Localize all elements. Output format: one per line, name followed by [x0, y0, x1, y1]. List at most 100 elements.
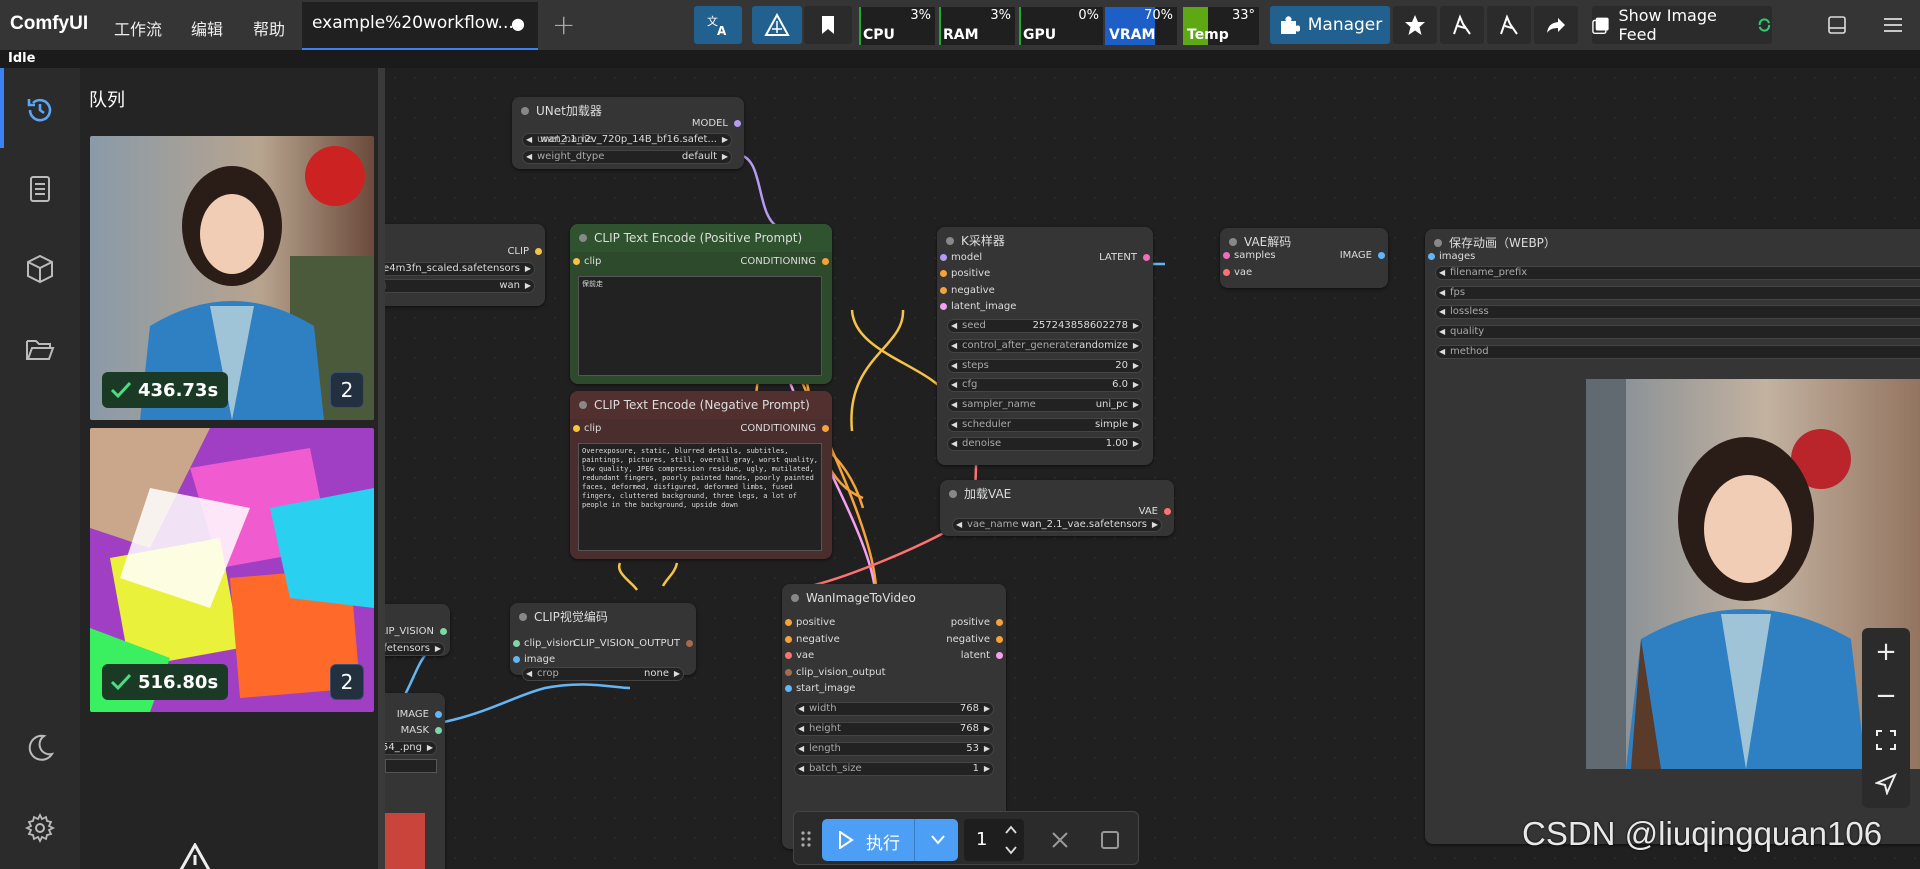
model-input-dot[interactable] — [940, 254, 947, 261]
share-workflow-button[interactable] — [1487, 6, 1531, 44]
app-logo[interactable]: ComfyUI — [10, 13, 88, 35]
new-tab-plus-icon[interactable]: + — [552, 8, 575, 41]
quality-widget[interactable]: quality — [1435, 325, 1920, 339]
control-after-generate-widget[interactable]: control_after_generaterandomize — [947, 339, 1143, 353]
node-load-image[interactable]: IMAGE MASK ...54_.png — [385, 693, 445, 869]
node-clip-text-negative[interactable]: CLIP Text Encode (Negative Prompt) clip … — [570, 391, 832, 559]
model-library-sidebar-button[interactable] — [20, 249, 60, 289]
image-file-widget[interactable]: ...54_.png — [385, 741, 437, 755]
node-ksampler[interactable]: K采样器 model positive negative latent_imag… — [937, 227, 1153, 465]
scheduler-widget[interactable]: schedulersimple — [947, 418, 1143, 432]
node-title[interactable]: CLIP Text Encode (Positive Prompt) — [570, 224, 832, 252]
unsaved-dot-icon[interactable]: ● — [511, 14, 525, 33]
vae-name-widget[interactable]: vae_namewan_2.1_vae.safetensors — [952, 518, 1162, 532]
clip-input-dot[interactable] — [573, 258, 580, 265]
node-graph-canvas[interactable]: UNet加载器 MODEL unet_namewan2.1_i2v_720p_1… — [385, 68, 1920, 869]
unet-name-widget[interactable]: unet_namewan2.1_i2v_720p_14B_bf16.safet.… — [522, 133, 732, 147]
hamburger-menu-button[interactable] — [1878, 10, 1908, 40]
positive-output-dot[interactable] — [996, 619, 1003, 626]
positive-prompt-textarea[interactable]: 保前走 — [578, 276, 822, 376]
node-load-vae[interactable]: 加载VAE VAE vae_namewan_2.1_vae.safetensor… — [940, 480, 1174, 536]
queue-item[interactable]: 436.73s 2 — [90, 136, 374, 420]
samples-input-dot[interactable] — [1223, 252, 1230, 259]
zoom-in-button[interactable]: + — [1866, 632, 1906, 672]
node-library-button[interactable] — [20, 169, 60, 209]
node-title[interactable]: WanImageToVideo — [782, 584, 1006, 612]
node-vae-decode[interactable]: VAE解码 samples vae IMAGE — [1220, 228, 1388, 288]
weight-dtype-widget[interactable]: weight_dtypedefault — [522, 150, 732, 164]
filename-prefix-widget[interactable]: filename_prefix — [1435, 266, 1920, 280]
output-count-badge[interactable]: 2 — [330, 372, 364, 408]
queue-run-button[interactable]: 执行 — [822, 819, 958, 861]
node-title[interactable]: CLIP视觉编码 — [510, 603, 696, 631]
batch-count-stepper[interactable]: 1 — [964, 819, 1024, 861]
seed-widget[interactable]: seed257243858602278 — [947, 319, 1143, 333]
node-title[interactable]: 保存动画（WEBP） — [1425, 229, 1920, 257]
vae-output-dot[interactable] — [1164, 508, 1171, 515]
node-clip-text-positive[interactable]: CLIP Text Encode (Positive Prompt) clip … — [570, 224, 832, 384]
menu-workflow[interactable]: 工作流 — [114, 16, 162, 40]
show-image-feed-button[interactable]: Show Image Feed — [1592, 6, 1772, 44]
bookmark-button[interactable] — [804, 6, 852, 44]
fps-widget[interactable]: fps — [1435, 286, 1920, 300]
crop-widget[interactable]: cropnone — [522, 667, 684, 681]
node-clip-vision-loader[interactable]: CLIP_VISION ...afetensors — [385, 604, 450, 656]
lossless-widget[interactable]: lossless — [1435, 305, 1920, 319]
clip-vision-output-dot[interactable] — [440, 628, 447, 635]
clip-vision-input-dot[interactable] — [513, 640, 520, 647]
latent-input-dot[interactable] — [940, 303, 947, 310]
mask-output-dot[interactable] — [435, 727, 442, 734]
negative-prompt-textarea[interactable]: Overexposure, static, blurred details, s… — [578, 443, 822, 551]
share-button[interactable] — [1534, 6, 1578, 44]
workflow-tab[interactable]: example%20workflow... ● — [302, 2, 538, 50]
conditioning-output-dot[interactable] — [822, 258, 829, 265]
node-clip-loader[interactable]: CLIP ...8_e4m3fn_scaled.safetensors wan — [385, 224, 545, 306]
negative-input-dot[interactable] — [785, 636, 792, 643]
height-widget[interactable]: height768 — [794, 722, 994, 736]
decrement-icon[interactable] — [1004, 845, 1018, 855]
node-title[interactable]: 加载VAE — [940, 480, 1174, 508]
model-library-button[interactable] — [752, 6, 802, 44]
sampler-name-widget[interactable]: sampler_nameuni_pc — [947, 398, 1143, 412]
manager-button[interactable]: Manager — [1270, 6, 1390, 44]
cfg-widget[interactable]: cfg6.0 — [947, 378, 1143, 392]
model-output-dot[interactable] — [734, 120, 741, 127]
batch-size-widget[interactable]: batch_size1 — [794, 762, 994, 776]
queue-item[interactable]: 516.80s 2 — [90, 428, 374, 712]
drag-handle-icon[interactable] — [800, 830, 812, 848]
node-unet-loader[interactable]: UNet加载器 MODEL unet_namewan2.1_i2v_720p_1… — [512, 97, 744, 169]
clip-name-widget[interactable]: ...8_e4m3fn_scaled.safetensors — [385, 262, 535, 276]
image-input-dot[interactable] — [513, 656, 520, 663]
width-widget[interactable]: width768 — [794, 702, 994, 716]
cancel-x-icon[interactable] — [1050, 830, 1070, 850]
image-output-dot[interactable] — [1378, 252, 1385, 259]
latent-output-dot[interactable] — [996, 652, 1003, 659]
workflows-button[interactable] — [20, 329, 60, 369]
positive-input-dot[interactable] — [940, 270, 947, 277]
locate-button[interactable] — [1866, 764, 1906, 804]
images-input-dot[interactable] — [1428, 253, 1435, 260]
node-clip-vision-encode[interactable]: CLIP视觉编码 clip_vision image CLIP_VISION_O… — [510, 603, 696, 681]
upload-button[interactable] — [385, 759, 437, 773]
chevron-down-icon[interactable] — [930, 834, 946, 846]
node-title[interactable]: K采样器 — [937, 227, 1153, 255]
share-model-button[interactable] — [1440, 6, 1484, 44]
method-widget[interactable]: method — [1435, 345, 1920, 359]
node-title[interactable]: CLIP Text Encode (Negative Prompt) — [570, 391, 832, 419]
start-image-input-dot[interactable] — [785, 685, 792, 692]
menu-edit[interactable]: 编辑 — [191, 16, 223, 40]
clip-type-widget[interactable]: wan — [385, 279, 535, 293]
node-save-animated-webp[interactable]: 保存动画（WEBP） images filename_prefix fps lo… — [1425, 229, 1920, 844]
latent-output-dot[interactable] — [1143, 254, 1150, 261]
output-count-badge[interactable]: 2 — [330, 664, 364, 700]
denoise-widget[interactable]: denoise1.00 — [947, 437, 1143, 451]
fit-view-button[interactable] — [1866, 720, 1906, 760]
queue-history-button[interactable] — [20, 90, 60, 130]
theme-toggle-button[interactable] — [20, 728, 60, 768]
toggle-bottom-panel-button[interactable] — [1822, 10, 1852, 40]
conditioning-output-dot[interactable] — [822, 425, 829, 432]
settings-button[interactable] — [20, 808, 60, 848]
stop-square-icon[interactable] — [1100, 830, 1120, 850]
clip-output-dot[interactable] — [535, 248, 542, 255]
vae-input-dot[interactable] — [785, 652, 792, 659]
